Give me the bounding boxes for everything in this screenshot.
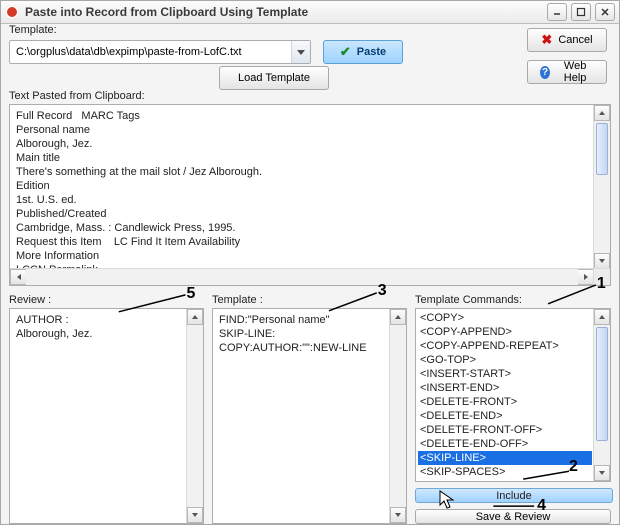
cancel-button[interactable]: ✖ Cancel	[527, 28, 607, 52]
scroll-up-icon[interactable]	[390, 309, 406, 325]
command-item[interactable]: <COPY-APPEND>	[418, 325, 592, 339]
clipboard-text[interactable]: Full Record MARC Tags Personal name Albo…	[10, 105, 594, 269]
template-line: COPY:AUTHOR:"":NEW-LINE	[219, 341, 384, 355]
command-item[interactable]: <COPY-APPEND-REPEAT>	[418, 339, 592, 353]
review-line: Alborough, Jez.	[16, 327, 181, 341]
maximize-icon	[576, 7, 586, 17]
commands-label: Template Commands:	[415, 294, 611, 306]
commands-column: Template Commands: <COPY><COPY-APPEND><C…	[415, 294, 611, 524]
command-item[interactable]: <DELETE-FRONT-OFF>	[418, 423, 592, 437]
review-line: AUTHOR :	[16, 313, 181, 327]
template-vscroll[interactable]	[389, 309, 406, 523]
x-icon: ✖	[541, 32, 552, 48]
scroll-down-icon[interactable]	[187, 507, 203, 523]
command-item[interactable]: <DELETE-END>	[418, 409, 592, 423]
command-item[interactable]: <DELETE-END-OFF>	[418, 437, 592, 451]
clipboard-vscroll[interactable]	[593, 105, 610, 269]
scroll-up-icon[interactable]	[594, 105, 610, 121]
save-review-label: Save & Review	[476, 511, 551, 523]
scroll-up-icon[interactable]	[594, 309, 610, 325]
review-listbox[interactable]: AUTHOR : Alborough, Jez.	[9, 308, 204, 524]
template-content: FIND:"Personal name"SKIP-LINE:COPY:AUTHO…	[213, 309, 390, 523]
hscroll-track[interactable]	[26, 269, 578, 285]
template-path-label: Template:	[9, 24, 611, 36]
commands-content: <COPY><COPY-APPEND><COPY-APPEND-REPEAT><…	[416, 309, 594, 481]
cancel-label: Cancel	[558, 34, 592, 46]
top-panel: Template: ✔ Paste Load Template ✖	[9, 24, 611, 82]
app-icon	[5, 5, 19, 19]
scroll-down-icon[interactable]	[390, 507, 406, 523]
right-button-stack: ✖ Cancel ? Web Help	[527, 28, 607, 84]
command-item[interactable]: <COPY>	[418, 311, 592, 325]
scroll-left-icon[interactable]	[10, 269, 26, 285]
save-review-button[interactable]: Save & Review	[415, 509, 611, 524]
scroll-down-icon[interactable]	[594, 253, 610, 269]
template-path-input[interactable]	[10, 42, 291, 62]
help-icon: ?	[540, 66, 550, 79]
close-icon	[600, 7, 610, 17]
command-item[interactable]: <GO-TOP>	[418, 353, 592, 367]
load-template-button[interactable]: Load Template	[219, 66, 329, 90]
load-template-label: Load Template	[238, 72, 310, 84]
command-item[interactable]: <SKIP-SPACES>	[418, 465, 592, 479]
clipboard-label: Text Pasted from Clipboard:	[9, 90, 611, 102]
template-listbox[interactable]: FIND:"Personal name"SKIP-LINE:COPY:AUTHO…	[212, 308, 407, 524]
close-button[interactable]	[595, 3, 615, 21]
template-column: Template : FIND:"Personal name"SKIP-LINE…	[212, 294, 407, 524]
template-path-combo[interactable]	[9, 40, 311, 64]
review-column: Review : AUTHOR : Alborough, Jez.	[9, 294, 204, 524]
template-line: SKIP-LINE:	[219, 327, 384, 341]
commands-listbox[interactable]: <COPY><COPY-APPEND><COPY-APPEND-REPEAT><…	[415, 308, 611, 482]
command-item[interactable]: <INSERT-START>	[418, 367, 592, 381]
clipboard-hscroll[interactable]	[10, 268, 594, 285]
review-vscroll[interactable]	[186, 309, 203, 523]
template-path-dropdown[interactable]	[291, 41, 310, 63]
minimize-button[interactable]	[547, 3, 567, 21]
command-item[interactable]: <INSERT-END>	[418, 381, 592, 395]
clipboard-textarea[interactable]: Full Record MARC Tags Personal name Albo…	[9, 104, 611, 286]
command-item[interactable]: <SKIP-LINE>	[418, 451, 592, 465]
command-item[interactable]: <DELETE-FRONT>	[418, 395, 592, 409]
check-icon: ✔	[340, 44, 351, 60]
web-help-label: Web Help	[556, 60, 594, 84]
template-line: FIND:"Personal name"	[219, 313, 384, 327]
scrollbar-thumb[interactable]	[596, 123, 608, 175]
maximize-button[interactable]	[571, 3, 591, 21]
window-title: Paste into Record from Clipboard Using T…	[25, 5, 547, 19]
web-help-button[interactable]: ? Web Help	[527, 60, 607, 84]
content: Template: ✔ Paste Load Template ✖	[9, 24, 611, 516]
template-col-label: Template :	[212, 294, 407, 306]
review-label: Review :	[9, 294, 204, 306]
app-window: Paste into Record from Clipboard Using T…	[0, 0, 620, 525]
commands-vscroll[interactable]	[593, 309, 610, 481]
scroll-right-icon[interactable]	[578, 269, 594, 285]
titlebar: Paste into Record from Clipboard Using T…	[1, 1, 619, 24]
include-button[interactable]: Include	[415, 488, 613, 503]
include-label: Include	[496, 490, 531, 502]
scroll-up-icon[interactable]	[187, 309, 203, 325]
lower-panels: Review : AUTHOR : Alborough, Jez. Templa…	[9, 294, 611, 524]
minimize-icon	[552, 7, 562, 17]
scrollbar-thumb[interactable]	[596, 327, 608, 441]
scroll-down-icon[interactable]	[594, 465, 610, 481]
paste-button[interactable]: ✔ Paste	[323, 40, 403, 64]
paste-button-label: Paste	[357, 46, 386, 58]
review-content: AUTHOR : Alborough, Jez.	[10, 309, 187, 523]
scroll-corner	[593, 268, 610, 285]
